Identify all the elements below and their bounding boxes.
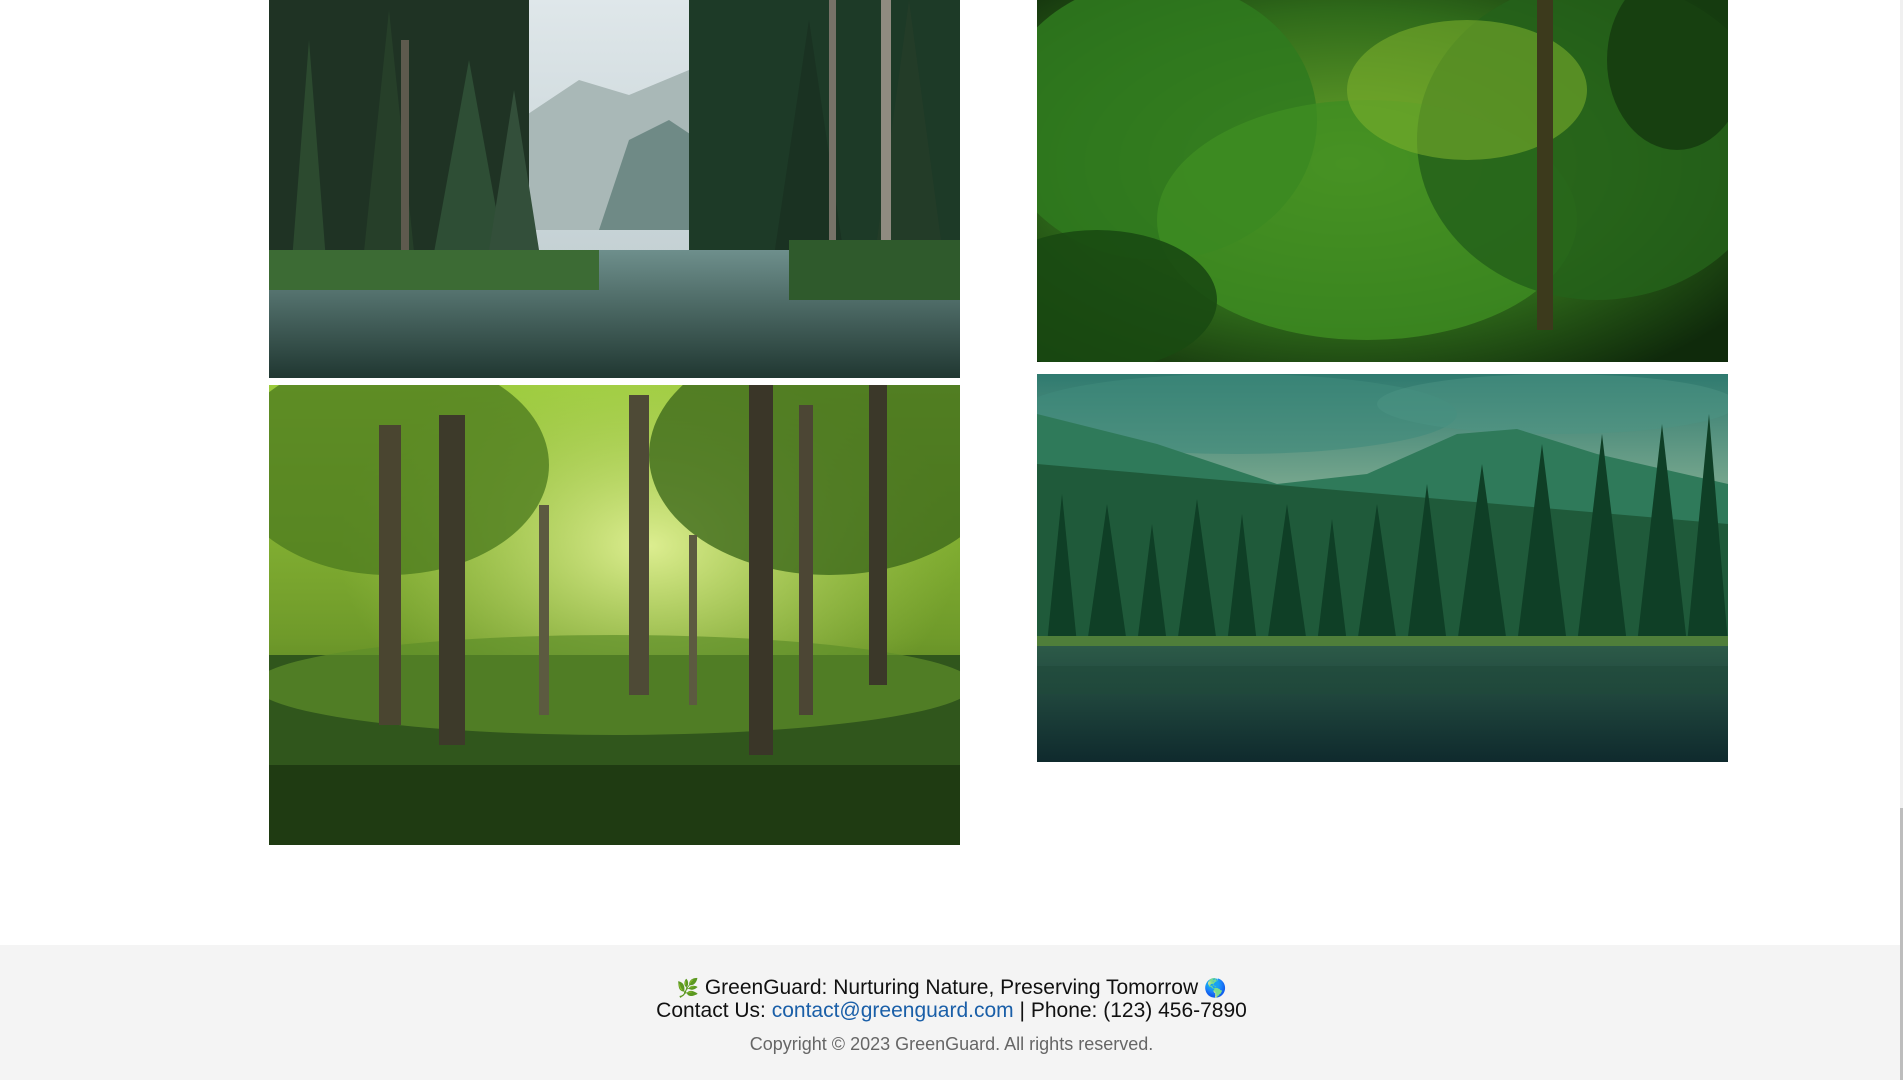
gallery-image-sunlit-forest — [269, 385, 960, 845]
phone-number: (123) 456-7890 — [1103, 999, 1247, 1022]
tagline-text: GreenGuard: Nurturing Nature, Preserving… — [704, 976, 1199, 999]
gallery-image-jungle — [1037, 0, 1728, 364]
email-link[interactable]: contact@greenguard.com — [772, 999, 1014, 1022]
page: 🌿 GreenGuard: Nurturing Nature, Preservi… — [0, 0, 1903, 1080]
contact-prefix: Contact Us: — [656, 999, 766, 1022]
contact-separator: | — [1019, 999, 1025, 1022]
footer-contact: Contact Us: contact@greenguard.com | Pho… — [0, 998, 1903, 1024]
footer: 🌿 GreenGuard: Nurturing Nature, Preservi… — [0, 945, 1903, 1080]
gallery-image-lake — [1037, 374, 1728, 762]
gallery-image-river-forest — [269, 0, 960, 380]
copyright-text: Copyright © 2023 GreenGuard. All rights … — [749, 1034, 1154, 1054]
phone-label: Phone: — [1030, 999, 1098, 1022]
